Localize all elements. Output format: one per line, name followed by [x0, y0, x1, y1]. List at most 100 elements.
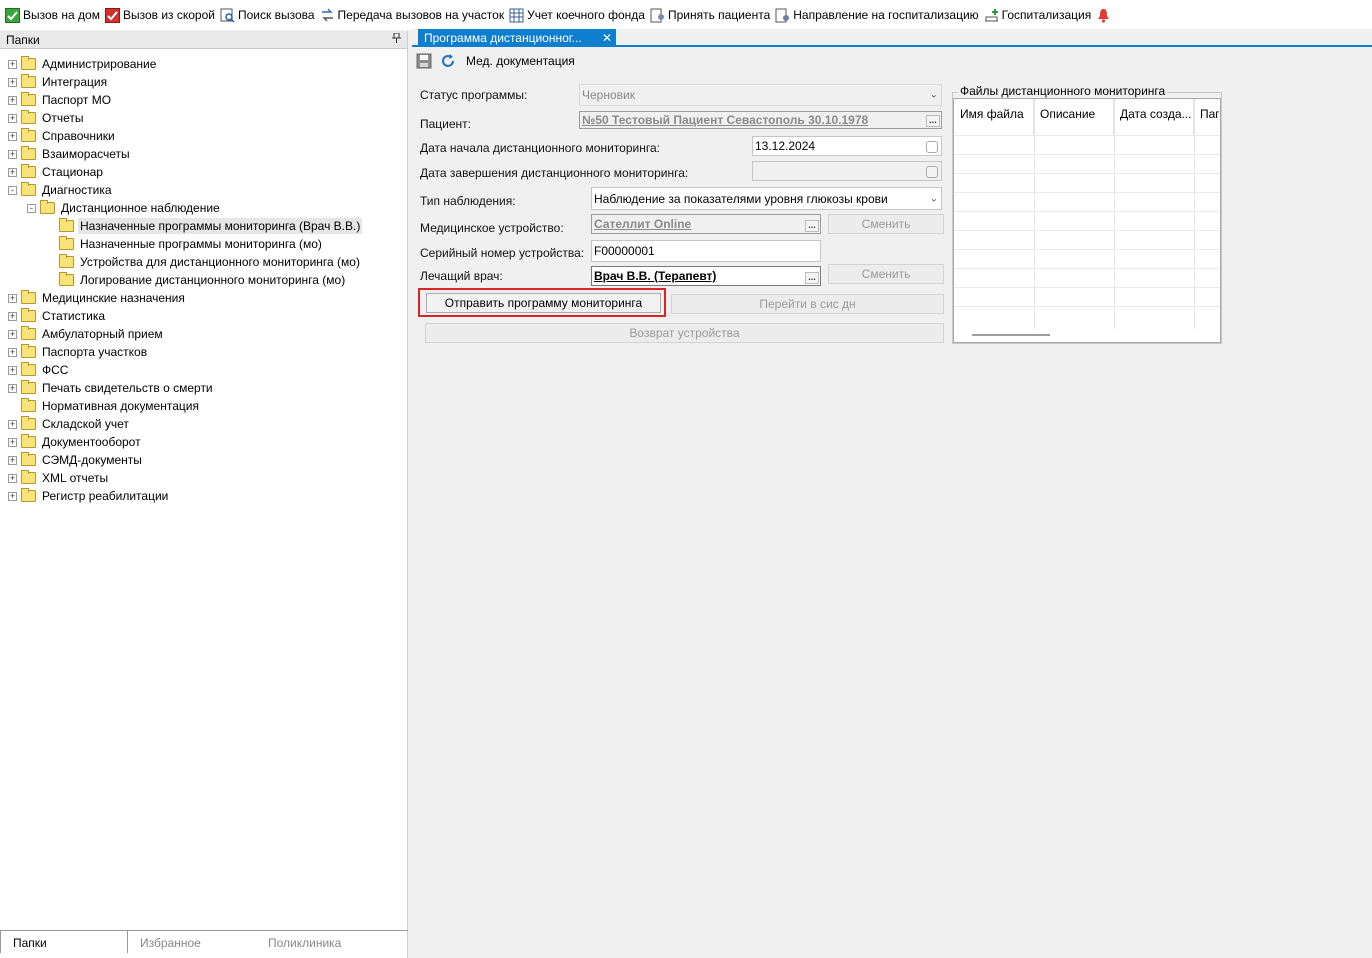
expand-icon[interactable]: +: [8, 113, 17, 123]
close-icon[interactable]: ✕: [602, 31, 612, 45]
doctor-label: Лечащий врач:: [420, 269, 503, 283]
tree-node[interactable]: - Диагностика: [0, 181, 407, 199]
expand-icon[interactable]: +: [8, 365, 17, 375]
expand-icon[interactable]: +: [8, 329, 17, 339]
highlight-frame: [418, 288, 666, 317]
expand-icon[interactable]: +: [8, 419, 17, 429]
serial-number-field[interactable]: F00000001: [591, 240, 821, 262]
folder-icon: [21, 434, 36, 448]
folder-icon: [21, 362, 36, 376]
observation-type-select[interactable]: Наблюдение за показателями уровня глюкоз…: [591, 187, 942, 210]
expand-icon[interactable]: +: [8, 473, 17, 483]
tree-node[interactable]: + Паспорта участков: [0, 343, 407, 361]
chevron-down-icon: ⌄: [929, 89, 938, 101]
expand-icon[interactable]: +: [8, 59, 17, 69]
column-header-created-date[interactable]: Дата созда...: [1114, 99, 1194, 135]
expand-icon[interactable]: +: [8, 491, 17, 501]
tree-node[interactable]: + XML отчеты: [0, 469, 407, 487]
tab-monitoring-program[interactable]: Программа дистанционног... ✕: [418, 29, 616, 47]
tree-node-label: Нормативная документация: [42, 399, 199, 413]
column-header-filename[interactable]: Имя файла: [954, 99, 1034, 135]
toolbar-button-ambulance-call[interactable]: Вызов из скорой: [104, 4, 219, 26]
files-grid[interactable]: Имя файла Описание Дата созда... Паг: [953, 98, 1221, 343]
folder-icon: [21, 398, 36, 412]
tree-node[interactable]: + Администрирование: [0, 55, 407, 73]
tree-node[interactable]: Нормативная документация: [0, 397, 407, 415]
tree-node[interactable]: + Печать свидетельств о смерти: [0, 379, 407, 397]
tree-node[interactable]: Назначенные программы мониторинга (мо): [0, 235, 407, 253]
start-date-field[interactable]: 13.12.2024: [752, 136, 942, 156]
tree-node[interactable]: + Отчеты: [0, 109, 407, 127]
bell-icon: [1096, 8, 1111, 23]
column-header-description[interactable]: Описание: [1034, 99, 1114, 135]
change-device-button[interactable]: Сменить: [828, 214, 944, 234]
expand-icon[interactable]: +: [8, 149, 17, 159]
toolbar-button-hospitalization[interactable]: Госпитализация: [983, 4, 1096, 26]
toolbar-button-home-call[interactable]: Вызов на дом: [4, 4, 104, 26]
patient-value: №50 Тестовый Пациент Севастополь 30.10.1…: [582, 113, 869, 127]
expand-icon[interactable]: +: [8, 311, 17, 321]
tree-node[interactable]: - Дистанционное наблюдение: [0, 199, 407, 217]
tree-node-label: Логирование дистанционного мониторинга (…: [80, 273, 346, 287]
calendar-checkbox[interactable]: [926, 141, 938, 153]
grid-row: [954, 173, 1220, 192]
expand-icon[interactable]: +: [8, 383, 17, 393]
expand-icon[interactable]: +: [8, 131, 17, 141]
expand-icon[interactable]: +: [8, 455, 17, 465]
tree-node[interactable]: + Регистр реабилитации: [0, 487, 407, 505]
goto-system-button[interactable]: Перейти в сис дн: [671, 294, 944, 314]
tree-node[interactable]: + Паспорт МО: [0, 91, 407, 109]
tree-node[interactable]: + ФСС: [0, 361, 407, 379]
tree-node[interactable]: + Медицинские назначения: [0, 289, 407, 307]
tree-node[interactable]: + Документооборот: [0, 433, 407, 451]
medical-documentation-button[interactable]: Мед. документация: [466, 54, 575, 68]
toolbar-button-transfer-calls[interactable]: Передача вызовов на участок: [319, 4, 509, 26]
expand-icon[interactable]: +: [8, 77, 17, 87]
pin-icon[interactable]: [392, 32, 401, 46]
expand-icon[interactable]: +: [8, 293, 17, 303]
doctor-select-button[interactable]: ...: [805, 272, 819, 284]
tree-node[interactable]: + СЭМД-документы: [0, 451, 407, 469]
calendar-checkbox: [926, 166, 938, 178]
tab-favorites[interactable]: Избранное: [128, 931, 256, 953]
expand-icon[interactable]: +: [8, 437, 17, 447]
save-icon[interactable]: [416, 53, 432, 69]
toolbar-button-accept-patient[interactable]: Принять пациента: [649, 4, 774, 26]
refresh-icon[interactable]: [440, 53, 456, 69]
tree-node-label: СЭМД-документы: [42, 453, 142, 467]
tree-node[interactable]: Логирование дистанционного мониторинга (…: [0, 271, 407, 289]
tree-node-label: Администрирование: [42, 57, 157, 71]
tab-folders[interactable]: Папки: [0, 931, 128, 953]
tree-node[interactable]: + Стационар: [0, 163, 407, 181]
doctor-field[interactable]: Врач В.В. (Терапевт) ...: [591, 266, 821, 286]
main-toolbar: Вызов на дом Вызов из скорой Поиск вызов…: [0, 0, 1372, 30]
toolbar-button-bed-fund[interactable]: Учет коечного фонда: [508, 4, 649, 26]
column-header-partial[interactable]: Паг: [1194, 99, 1220, 135]
change-doctor-button[interactable]: Сменить: [828, 264, 944, 284]
tree-node-label: Статистика: [42, 309, 106, 323]
tree-node[interactable]: + Взаиморасчеты: [0, 145, 407, 163]
toolbar-label: Принять пациента: [667, 8, 771, 22]
expand-icon[interactable]: +: [8, 347, 17, 357]
tree-node[interactable]: + Справочники: [0, 127, 407, 145]
tree-node[interactable]: + Складской учет: [0, 415, 407, 433]
collapse-icon[interactable]: -: [27, 203, 36, 213]
tree-node[interactable]: Назначенные программы мониторинга (Врач …: [0, 217, 407, 235]
expand-icon[interactable]: +: [8, 95, 17, 105]
tab-polyclinic[interactable]: Поликлиника: [256, 931, 384, 953]
accept-patient-icon: [650, 8, 665, 23]
hospitalization-icon: [984, 8, 999, 23]
notifications-button[interactable]: [1095, 4, 1118, 26]
tree-node[interactable]: + Статистика: [0, 307, 407, 325]
horizontal-scrollbar[interactable]: [972, 334, 1050, 336]
status-value: Черновик: [582, 88, 635, 102]
expand-icon[interactable]: +: [8, 167, 17, 177]
toolbar-button-search-call[interactable]: Поиск вызова: [219, 4, 319, 26]
tree-node[interactable]: + Амбулаторный прием: [0, 325, 407, 343]
tree-node[interactable]: Устройства для дистанционного мониторинг…: [0, 253, 407, 271]
collapse-icon[interactable]: -: [8, 185, 17, 195]
toolbar-button-hospital-referral[interactable]: Направление на госпитализацию: [774, 4, 982, 26]
return-device-button[interactable]: Возврат устройства: [425, 323, 944, 343]
tree-node[interactable]: + Интеграция: [0, 73, 407, 91]
files-grid-header: Имя файла Описание Дата созда... Паг: [954, 99, 1220, 135]
